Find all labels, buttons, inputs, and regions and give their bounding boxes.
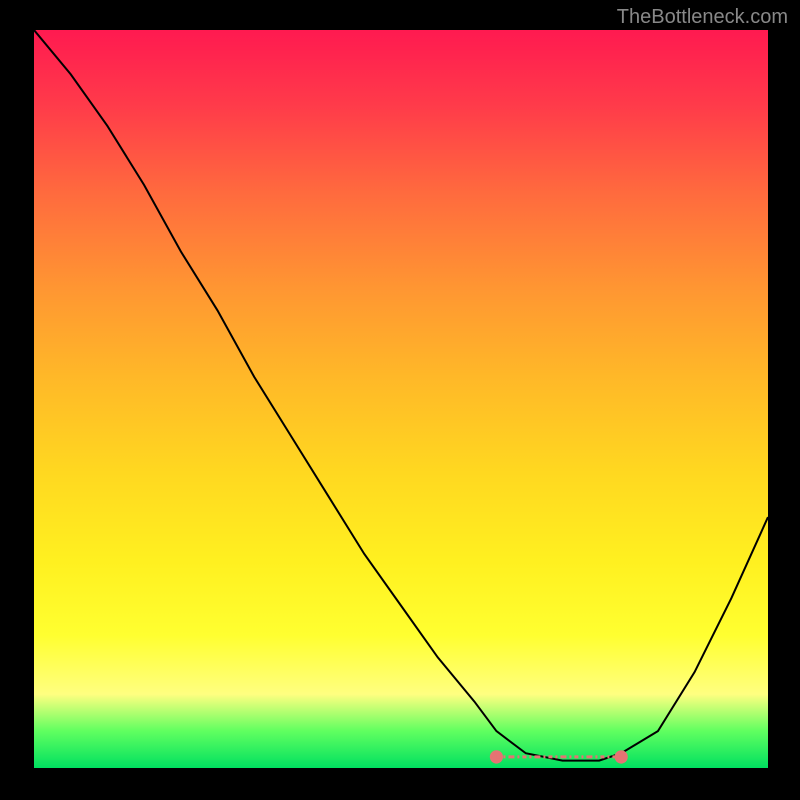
bottleneck-curve-path: [34, 30, 768, 761]
chart-plot-area: [34, 30, 768, 768]
optimal-zone-end-dot: [490, 750, 503, 763]
chart-svg: [34, 30, 768, 768]
watermark-text: TheBottleneck.com: [617, 6, 788, 29]
